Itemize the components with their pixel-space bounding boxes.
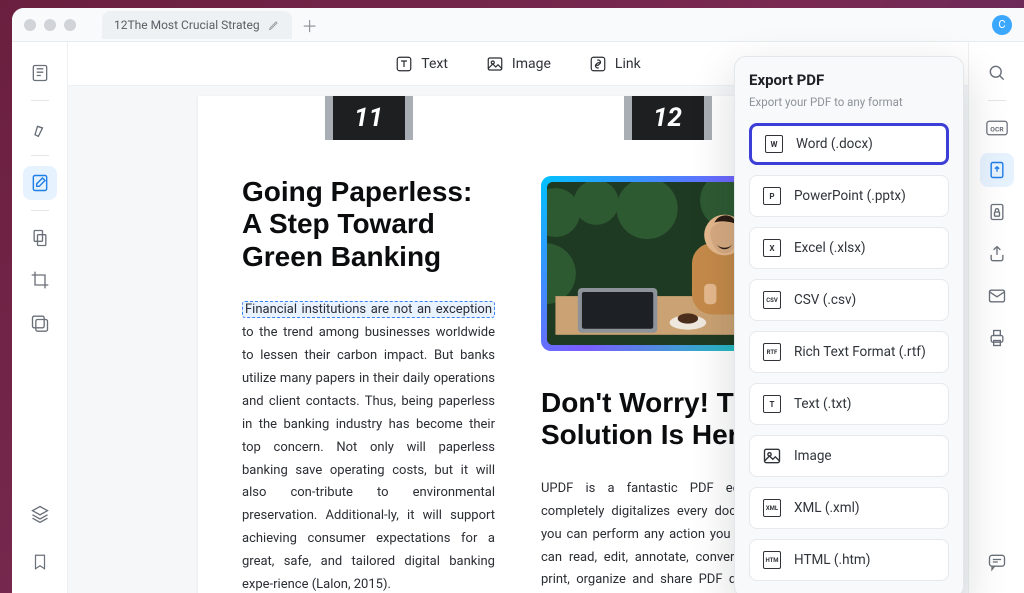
search-button[interactable] xyxy=(980,56,1014,90)
highlighted-text[interactable]: Financial institutions are not an except… xyxy=(242,301,495,318)
print-button[interactable] xyxy=(980,321,1014,355)
link-label: Link xyxy=(615,56,641,72)
export-option-csv[interactable]: CSV CSV (.csv) xyxy=(749,279,949,321)
csv-icon: CSV xyxy=(762,290,782,310)
email-button[interactable] xyxy=(980,279,1014,313)
ocr-icon: OCR xyxy=(986,119,1008,137)
bookmark-button[interactable] xyxy=(23,545,57,579)
layers-button[interactable] xyxy=(23,497,57,531)
add-text-tool[interactable]: Text xyxy=(395,55,448,73)
html-icon: HTM xyxy=(762,550,782,570)
xml-icon: XML xyxy=(762,498,782,518)
export-option-rtf[interactable]: RTF Rich Text Format (.rtf) xyxy=(749,331,949,373)
export-option-xml[interactable]: XML XML (.xml) xyxy=(749,487,949,529)
image-label: Image xyxy=(512,56,551,72)
app-window: 12The Most Crucial Strateg ＋ C xyxy=(12,8,1024,593)
paragraph-text: to the trend among businesses worldwide … xyxy=(242,325,495,592)
export-option-text[interactable]: T Text (.txt) xyxy=(749,383,949,425)
export-option-label: CSV (.csv) xyxy=(794,292,856,308)
avatar-initial: C xyxy=(998,18,1005,31)
mail-icon xyxy=(987,286,1007,306)
export-icon xyxy=(987,160,1007,180)
new-tab-button[interactable]: ＋ xyxy=(302,13,318,37)
section-number: 11 xyxy=(354,103,383,133)
export-option-label: Word (.docx) xyxy=(796,136,873,152)
ocr-button[interactable]: OCR xyxy=(980,111,1014,145)
powerpoint-icon: P xyxy=(762,186,782,206)
add-link-tool[interactable]: Link xyxy=(589,55,641,73)
search-icon xyxy=(987,63,1007,83)
document-tab[interactable]: 12The Most Crucial Strateg xyxy=(102,11,292,39)
body-paragraph[interactable]: Financial institutions are not an except… xyxy=(242,299,495,593)
section-number-badge: 11 xyxy=(242,96,495,140)
excel-icon: X xyxy=(762,238,782,258)
close-window-button[interactable] xyxy=(24,19,36,31)
edit-tool[interactable] xyxy=(23,166,57,200)
export-option-powerpoint[interactable]: P PowerPoint (.pptx) xyxy=(749,175,949,217)
highlight-tool[interactable] xyxy=(23,111,57,145)
text-label: Text xyxy=(421,56,448,72)
organize-tool[interactable] xyxy=(23,221,57,255)
share-button[interactable] xyxy=(980,237,1014,271)
export-option-label: HTML (.htm) xyxy=(794,552,870,568)
rtf-icon: RTF xyxy=(762,342,782,362)
image-icon xyxy=(486,55,504,73)
export-option-excel[interactable]: X Excel (.xlsx) xyxy=(749,227,949,269)
protect-button[interactable] xyxy=(980,195,1014,229)
export-button[interactable] xyxy=(980,153,1014,187)
rail-separator xyxy=(988,100,1006,101)
export-option-image[interactable]: Image xyxy=(749,435,949,477)
word-icon: W xyxy=(764,134,784,154)
rail-separator xyxy=(31,155,49,156)
export-panel-subtitle: Export your PDF to any format xyxy=(749,95,949,109)
link-icon xyxy=(589,55,607,73)
export-panel-title: Export PDF xyxy=(749,71,949,89)
export-option-label: Rich Text Format (.rtf) xyxy=(794,344,926,360)
export-option-word[interactable]: W Word (.docx) xyxy=(749,123,949,165)
minimize-window-button[interactable] xyxy=(44,19,56,31)
traffic-lights xyxy=(24,19,76,31)
left-tool-rail xyxy=(12,42,68,593)
comment-icon xyxy=(987,552,1007,572)
compare-tool[interactable] xyxy=(23,305,57,339)
text-icon xyxy=(395,55,413,73)
rail-separator xyxy=(31,100,49,101)
crop-tool[interactable] xyxy=(23,263,57,297)
left-rail-bottom xyxy=(23,497,57,579)
svg-text:OCR: OCR xyxy=(990,125,1004,133)
reader-tool[interactable] xyxy=(23,56,57,90)
share-icon xyxy=(987,244,1007,264)
add-image-tool[interactable]: Image xyxy=(486,55,551,73)
maximize-window-button[interactable] xyxy=(64,19,76,31)
export-option-html[interactable]: HTM HTML (.htm) xyxy=(749,539,949,581)
export-option-label: Excel (.xlsx) xyxy=(794,240,866,256)
text-file-icon: T xyxy=(762,394,782,414)
comment-panel-button[interactable] xyxy=(980,545,1014,579)
right-tool-rail: OCR xyxy=(968,42,1024,593)
page-column-left: 11 Going Paperless: A Step Toward Green … xyxy=(242,96,495,593)
user-avatar[interactable]: C xyxy=(992,15,1012,35)
export-pdf-panel: Export PDF Export your PDF to any format… xyxy=(734,56,964,593)
export-option-label: Image xyxy=(794,448,832,464)
right-rail-bottom xyxy=(980,545,1014,579)
pencil-icon xyxy=(268,19,280,31)
section-heading[interactable]: Going Paperless: A Step Toward Green Ban… xyxy=(242,176,495,273)
print-icon xyxy=(987,328,1007,348)
export-option-label: XML (.xml) xyxy=(794,500,860,516)
rail-separator xyxy=(31,210,49,211)
document-tab-title: 12The Most Crucial Strateg xyxy=(114,18,260,32)
export-option-label: PowerPoint (.pptx) xyxy=(794,188,906,204)
export-option-label: Text (.txt) xyxy=(794,396,851,412)
section-number: 12 xyxy=(653,103,682,133)
titlebar: 12The Most Crucial Strateg ＋ C xyxy=(12,8,1024,42)
image-file-icon xyxy=(762,446,782,466)
lock-document-icon xyxy=(987,202,1007,222)
